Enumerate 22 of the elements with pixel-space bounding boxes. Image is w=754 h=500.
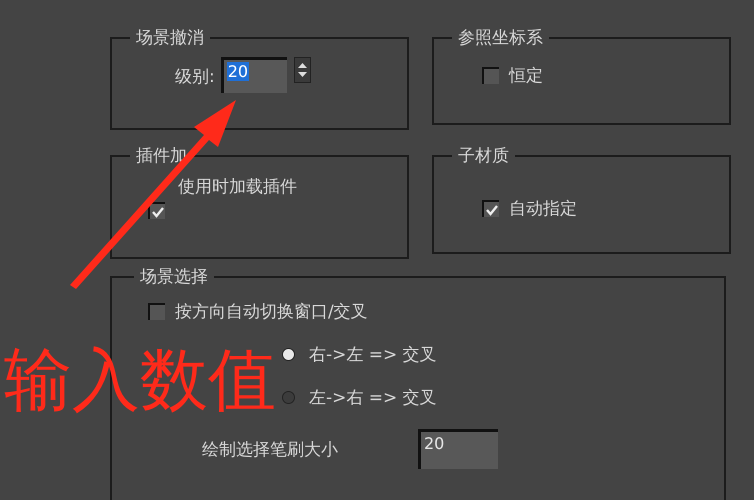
checkbox[interactable] [482,200,499,217]
annotation-text: 输入数值 [4,340,276,422]
radio-button[interactable] [282,391,295,404]
radio-button[interactable] [282,348,295,361]
spinner-icon[interactable] [294,57,311,83]
checkbox-label: 自动指定 [509,198,577,220]
level-field[interactable]: 20 [220,57,287,93]
checkbox[interactable] [148,303,165,320]
group-title: 子材质 [457,145,510,167]
checkbox[interactable] [148,202,165,219]
checkbox-label: 恒定 [509,65,543,87]
checkbox[interactable] [482,67,499,84]
brush-size-label: 绘制选择笔刷大小 [202,438,338,460]
level-label: 级别: [175,66,215,88]
group-title: 参照坐标系 [457,27,544,49]
checkbox-label: 按方向自动切换窗口/交叉 [175,301,368,323]
checkbox-label: 使用时加载插件 [178,176,298,198]
brush-size-field[interactable]: 20 [418,429,498,469]
group-title: 场景撤消 [135,27,205,49]
radio-label: 右->左 => 交叉 [309,344,437,366]
radio-label: 左->右 => 交叉 [309,387,437,409]
group-title: 场景选择 [139,266,209,288]
